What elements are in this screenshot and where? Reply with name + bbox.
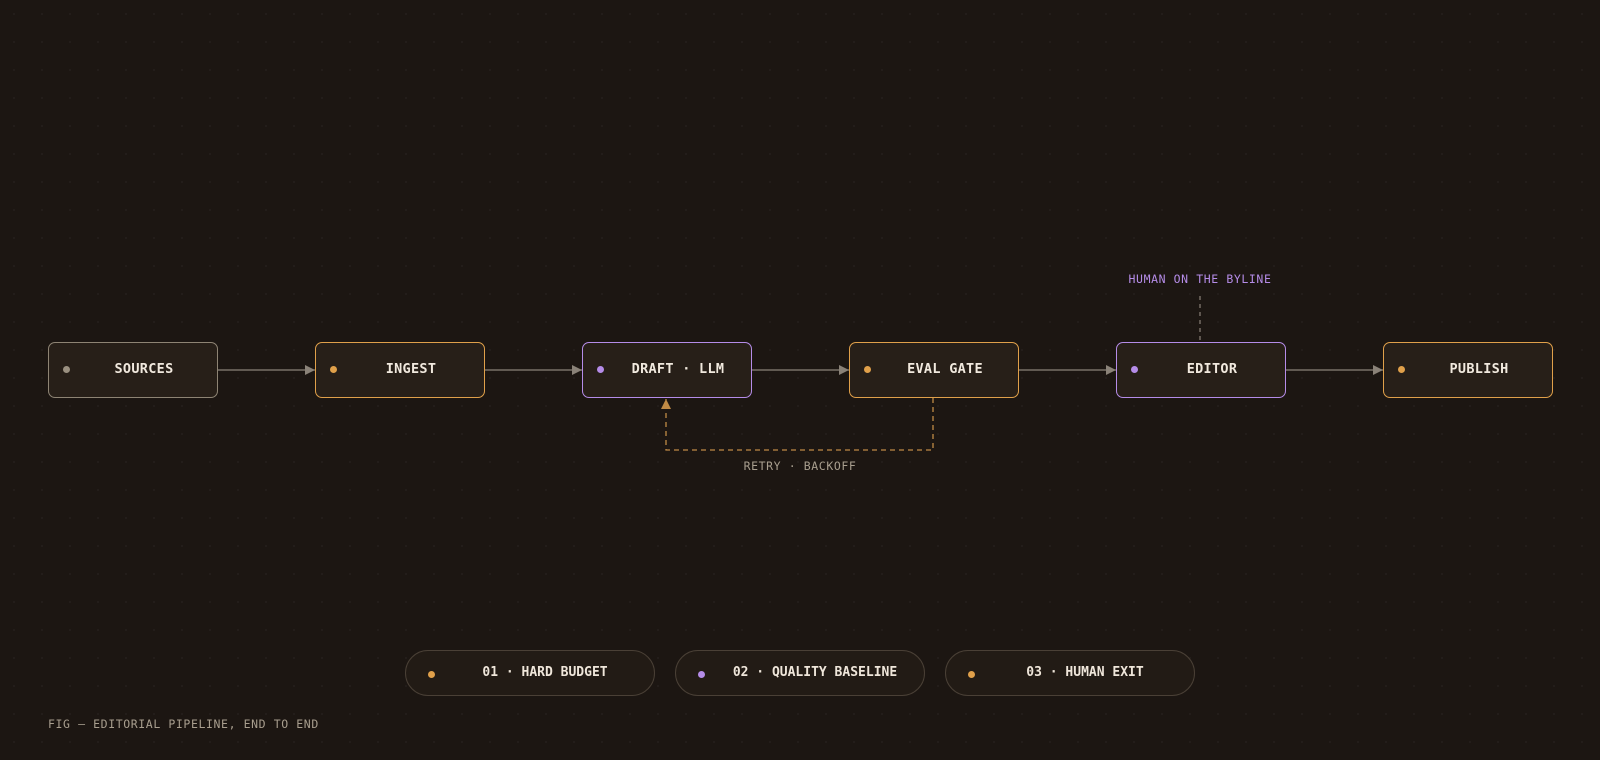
figure-caption: FIG — EDITORIAL PIPELINE, END TO END [48,717,319,731]
node-editor[interactable]: EDITOR [1116,342,1286,398]
node-label: EVAL GATE [907,361,983,377]
pill-label: 02 · QUALITY BASELINE [732,665,898,680]
node-label: DRAFT · LLM [631,361,725,377]
status-dot-icon [864,366,871,373]
node-publish[interactable]: PUBLISH [1383,342,1553,398]
pill-label: 03 · HUMAN EXIT [1026,665,1144,680]
principle-pill-quality-baseline[interactable]: 02 · QUALITY BASELINE [675,650,925,696]
principle-pill-hard-budget[interactable]: 01 · HARD BUDGET [405,650,655,696]
edge-retry-loop [661,398,934,451]
node-ingest[interactable]: INGEST [315,342,485,398]
principle-pill-human-exit[interactable]: 03 · HUMAN EXIT [945,650,1195,696]
status-dot-icon [1131,366,1138,373]
status-dot-icon [1398,366,1405,373]
node-draft-llm[interactable]: DRAFT · LLM [582,342,752,398]
status-dot-icon [597,366,604,373]
status-dot-icon [330,366,337,373]
status-dot-icon [63,366,70,373]
status-dot-icon [968,670,975,678]
node-label: PUBLISH [1449,361,1509,377]
node-label: EDITOR [1186,361,1238,377]
editor-annotation: HUMAN ON THE BYLINE [1128,272,1272,286]
status-dot-icon [698,670,705,678]
node-sources[interactable]: SOURCES [48,342,218,398]
node-label: SOURCES [114,361,174,377]
connector-layer [218,296,1383,451]
pill-label: 01 · HARD BUDGET [482,665,608,680]
node-eval-gate[interactable]: EVAL GATE [849,342,1019,398]
node-label: INGEST [385,361,437,377]
retry-label: RETRY · BACKOFF [743,459,857,473]
pipeline-diagram: SOURCES INGEST DRAFT · LLM EVAL GATE EDI… [0,0,1600,760]
status-dot-icon [428,670,435,678]
